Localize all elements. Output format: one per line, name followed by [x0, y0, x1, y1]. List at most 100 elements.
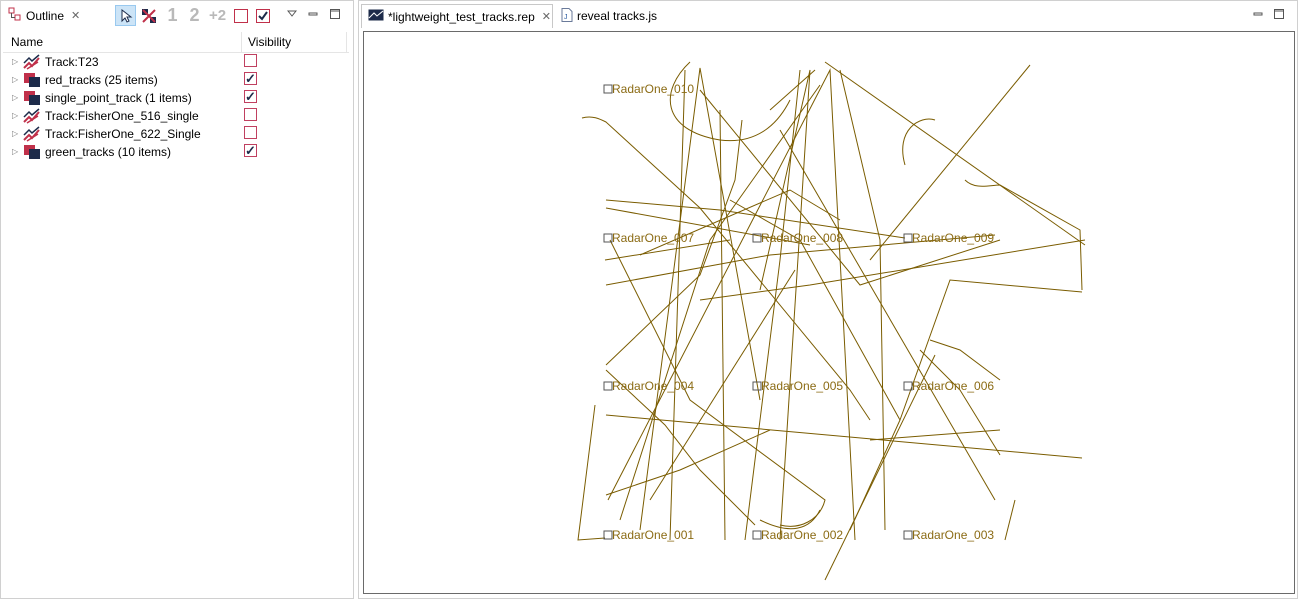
sensor-marker[interactable]: RadarOne_004 — [603, 379, 694, 393]
sensor-square-icon — [603, 381, 613, 391]
editor-tab-bar: *lightweight_test_tracks.rep ✕ J reveal … — [359, 1, 1297, 30]
sensor-marker[interactable]: RadarOne_010 — [603, 82, 694, 96]
tab-outline[interactable]: Outline ✕ — [3, 4, 89, 27]
two-icon[interactable]: 2 — [184, 5, 205, 26]
outline-panel: Outline ✕ 1 2 +2 Name Visibility ▷ Track… — [0, 0, 354, 599]
tree-row-label: single_point_track (1 items) — [45, 91, 192, 105]
tab-label: *lightweight_test_tracks.rep — [388, 9, 535, 24]
track-line — [824, 61, 1086, 246]
checkmark-icon: ✓ — [245, 143, 256, 158]
tree-header: Name Visibility — [3, 32, 349, 53]
uncheck-all-button[interactable] — [230, 5, 251, 26]
tree-row[interactable]: ▷ Track:FisherOne_516_single — [1, 107, 351, 125]
sensor-marker[interactable]: RadarOne_001 — [603, 528, 694, 542]
sensor-label: RadarOne_006 — [912, 379, 994, 393]
outline-icon — [8, 7, 22, 24]
expand-arrow-icon[interactable]: ▷ — [12, 93, 18, 102]
maximize-icon[interactable] — [329, 8, 341, 20]
close-icon[interactable]: ✕ — [71, 9, 80, 22]
sensor-marker[interactable]: RadarOne_003 — [903, 528, 994, 542]
sensor-label: RadarOne_003 — [912, 528, 994, 542]
sensor-square-icon — [603, 530, 613, 540]
expand-arrow-icon[interactable]: ▷ — [12, 111, 18, 120]
sensor-marker[interactable]: RadarOne_002 — [752, 528, 843, 542]
tree-row[interactable]: ▷ Track:T23 — [1, 53, 351, 71]
expand-arrow-icon[interactable]: ▷ — [12, 147, 18, 156]
check-all-icon — [255, 8, 270, 23]
tree-row-label: green_tracks (10 items) — [45, 145, 172, 159]
visibility-checkbox[interactable] — [244, 108, 257, 121]
track-line — [869, 429, 1001, 441]
outline-tab-label: Outline — [26, 8, 65, 23]
minimize-icon[interactable] — [307, 8, 319, 20]
tab-reveal-tracks[interactable]: J reveal tracks.js — [555, 4, 663, 28]
visibility-checkbox[interactable]: ✓ — [244, 144, 257, 157]
sensor-marker[interactable]: RadarOne_005 — [752, 379, 843, 393]
track-line — [605, 369, 756, 526]
layer-icon — [23, 144, 41, 160]
hide-tracks-button[interactable] — [138, 5, 159, 26]
column-divider[interactable] — [346, 32, 347, 52]
track-line — [759, 69, 811, 541]
maximize-icon[interactable] — [1273, 8, 1285, 20]
track-line — [729, 199, 901, 531]
track-line — [1004, 499, 1016, 541]
tab-label: reveal tracks.js — [577, 9, 658, 23]
track-line — [577, 404, 606, 541]
view-menu-icon[interactable] — [286, 8, 298, 20]
track-line — [699, 239, 1086, 301]
track-icon — [23, 54, 41, 70]
uncheck-all-icon — [233, 8, 248, 23]
track-line — [605, 414, 1083, 459]
tree-row[interactable]: ▷ Track:FisherOne_622_Single — [1, 125, 351, 143]
tree-row-label: Track:FisherOne_622_Single — [45, 127, 201, 141]
column-header-visibility[interactable]: Visibility — [248, 35, 291, 49]
outline-tab-bar: Outline ✕ 1 2 +2 — [1, 1, 353, 29]
select-pointer-button[interactable] — [115, 5, 136, 26]
visibility-checkbox[interactable]: ✓ — [244, 72, 257, 85]
hide-tracks-icon — [141, 8, 156, 23]
track-icon — [23, 108, 41, 124]
checkmark-icon: ✓ — [245, 71, 256, 86]
sensor-label: RadarOne_002 — [761, 528, 843, 542]
close-icon[interactable]: ✕ — [542, 10, 551, 23]
check-all-button[interactable] — [252, 5, 273, 26]
layer-icon — [23, 72, 41, 88]
track-line — [699, 89, 1001, 286]
track-line — [581, 116, 871, 421]
rep-file-icon — [368, 9, 384, 24]
tree-row[interactable]: ▷ red_tracks (25 items) ✓ — [1, 71, 351, 89]
visibility-checkbox[interactable]: ✓ — [244, 90, 257, 103]
sensor-label: RadarOne_009 — [912, 231, 994, 245]
expand-arrow-icon[interactable]: ▷ — [12, 129, 18, 138]
track-plot[interactable]: RadarOne_010 RadarOne_007 RadarOne_008 Rada… — [363, 31, 1295, 594]
sensor-marker[interactable]: RadarOne_006 — [903, 379, 994, 393]
track-line — [899, 279, 1083, 421]
plus-two-icon[interactable]: +2 — [207, 5, 228, 26]
layer-icon — [23, 90, 41, 106]
column-divider[interactable] — [241, 32, 242, 52]
track-line — [902, 118, 936, 166]
tree-row[interactable]: ▷ green_tracks (10 items) ✓ — [1, 143, 351, 161]
tree-row-label: Track:FisherOne_516_single — [45, 109, 199, 123]
minimize-icon[interactable] — [1252, 8, 1264, 20]
sensor-marker[interactable]: RadarOne_009 — [903, 231, 994, 245]
sensor-label: RadarOne_008 — [761, 231, 843, 245]
sensor-label: RadarOne_004 — [612, 379, 694, 393]
visibility-checkbox[interactable] — [244, 126, 257, 139]
tree-row[interactable]: ▷ single_point_track (1 items) ✓ — [1, 89, 351, 107]
expand-arrow-icon[interactable]: ▷ — [12, 75, 18, 84]
one-icon[interactable]: 1 — [162, 5, 183, 26]
column-header-name[interactable]: Name — [11, 35, 43, 49]
expand-arrow-icon[interactable]: ▷ — [12, 57, 18, 66]
sensor-marker[interactable]: RadarOne_008 — [752, 231, 843, 245]
select-pointer-icon — [121, 8, 132, 23]
sensor-marker[interactable]: RadarOne_007 — [603, 231, 694, 245]
visibility-checkbox[interactable] — [244, 54, 257, 67]
tree-row-label: red_tracks (25 items) — [45, 73, 158, 87]
tab-lightweight-test-tracks[interactable]: *lightweight_test_tracks.rep ✕ — [361, 4, 553, 28]
sensor-square-icon — [603, 84, 613, 94]
svg-text:J: J — [564, 14, 568, 21]
track-line — [929, 339, 1001, 381]
track-line — [669, 61, 791, 142]
